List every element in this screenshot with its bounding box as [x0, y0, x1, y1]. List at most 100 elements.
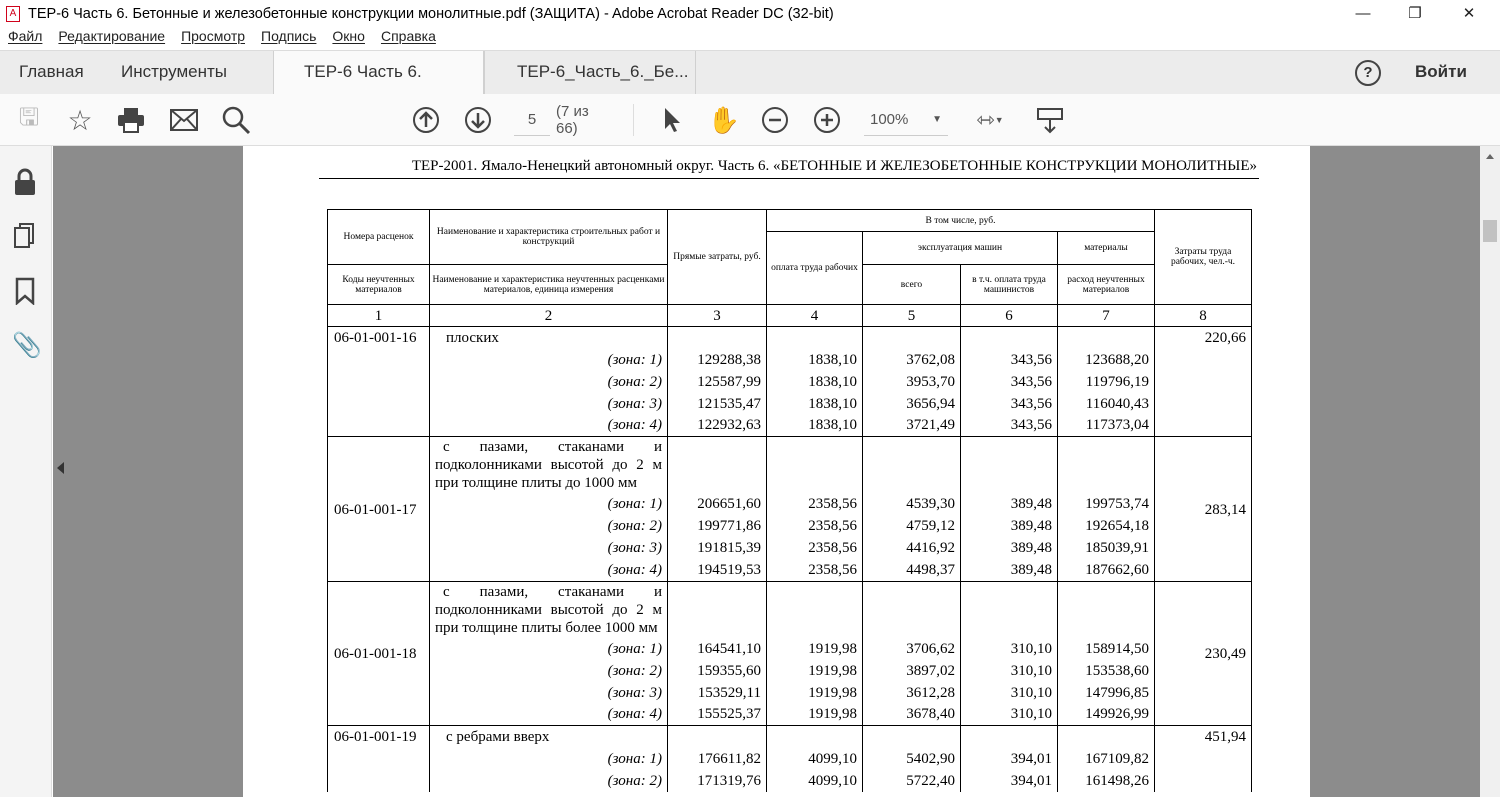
table-row: (зона: 1) 176611,82 4099,10 5402,90 394,01 16… — [328, 747, 1252, 770]
zone-label: (зона: 3) — [429, 537, 668, 559]
th-including: В том числе, руб. — [766, 209, 1155, 232]
select-cursor-icon[interactable] — [660, 104, 684, 136]
direct-cost: 121535,47 — [667, 392, 767, 415]
menu-window[interactable]: Окно — [332, 28, 365, 50]
materials: 167109,82 — [1057, 747, 1155, 770]
empty-cell — [766, 326, 863, 349]
table-row: (зона: 3) 153529,11 1919,98 3612,28 310,10 14… — [328, 681, 1252, 704]
scroll-up-icon[interactable] — [1486, 154, 1494, 159]
direct-cost: 171319,76 — [667, 769, 767, 792]
next-page-icon[interactable] — [463, 104, 493, 136]
machinist-wages: 343,56 — [960, 392, 1058, 415]
machines-total: 4498,37 — [862, 559, 961, 581]
save-icon[interactable]: 🖫 — [14, 104, 44, 136]
empty-cell — [766, 725, 863, 748]
empty-cell — [960, 436, 1058, 493]
materials: 119796,19 — [1057, 370, 1155, 393]
th-labor: Затраты труда рабочих, чел.-ч. — [1154, 209, 1252, 305]
print-icon[interactable] — [116, 104, 146, 136]
zoom-select[interactable]: 100% ▼ — [864, 104, 948, 136]
tab-tools[interactable]: Инструменты — [121, 51, 227, 95]
menu-help[interactable]: Справка — [381, 28, 436, 50]
zoom-in-icon[interactable] — [812, 104, 842, 136]
wages: 2358,56 — [766, 537, 863, 559]
machinist-wages: 389,48 — [960, 559, 1058, 581]
previous-page-icon[interactable] — [411, 104, 441, 136]
menu-edit[interactable]: Редактирование — [58, 28, 165, 50]
table-row: (зона: 2) 125587,99 1838,10 3953,70 343,56 11… — [328, 370, 1252, 393]
bookmark-icon[interactable] — [12, 277, 40, 306]
email-icon[interactable] — [168, 104, 200, 136]
machinist-wages: 310,10 — [960, 681, 1058, 704]
th-material-names: Наименование и характеристика неучтенных… — [429, 264, 668, 305]
document-viewer[interactable]: ТЕР-2001. Ямало-Ненецкий автономный окру… — [53, 146, 1480, 797]
th-code: Номера расценок — [327, 209, 430, 265]
tab-home[interactable]: Главная — [19, 51, 84, 95]
wages: 1838,10 — [766, 348, 863, 371]
direct-cost: 122932,63 — [667, 414, 767, 437]
wages: 1838,10 — [766, 392, 863, 415]
empty-cell — [1057, 725, 1155, 748]
menu-sign[interactable]: Подпись — [261, 28, 316, 50]
direct-cost: 194519,53 — [667, 559, 767, 581]
lock-icon[interactable] — [12, 168, 40, 196]
work-description: с пазами, стаканами и подколонниками выс… — [429, 436, 668, 493]
machinist-wages: 343,56 — [960, 414, 1058, 437]
zone-label: (зона: 2) — [429, 515, 668, 537]
close-button[interactable]: ✕ — [1446, 0, 1492, 28]
materials: 199753,74 — [1057, 493, 1155, 515]
table-row: (зона: 1) 206651,60 2358,56 4539,30 389,48 19… — [328, 493, 1252, 515]
rate-code: 06-01-001-17 — [327, 436, 430, 581]
empty-cell — [667, 580, 767, 638]
materials: 187662,60 — [1057, 559, 1155, 581]
page-fit-icon[interactable]: ⇿ ▼ — [968, 104, 1012, 136]
maximize-button[interactable]: ❐ — [1392, 0, 1438, 28]
menu-file[interactable]: Файл — [8, 28, 42, 50]
hand-tool-icon[interactable]: ✋ — [708, 104, 740, 136]
column-number: 8 — [1154, 304, 1252, 327]
attachment-icon[interactable]: 📎 — [12, 331, 42, 359]
machinist-wages: 343,56 — [960, 370, 1058, 393]
wages: 1919,98 — [766, 637, 863, 660]
zone-label: (зона: 1) — [429, 348, 668, 371]
machines-total: 4416,92 — [862, 537, 961, 559]
minimize-button[interactable]: — — [1340, 0, 1386, 28]
materials: 149926,99 — [1057, 703, 1155, 726]
machinist-wages: 310,10 — [960, 637, 1058, 660]
zoom-out-icon[interactable] — [760, 104, 790, 136]
tab-bar: Главная Инструменты ТЕР-6 Часть 6. Бет..… — [0, 50, 1500, 123]
empty-cell — [862, 580, 961, 638]
empty-cell — [667, 326, 767, 349]
empty-cell — [766, 580, 863, 638]
menu-bar: Файл Редактирование Просмотр Подпись Окн… — [0, 28, 1500, 50]
machinist-wages: 394,01 — [960, 747, 1058, 770]
machines-total: 5722,40 — [862, 769, 961, 792]
page-number-input[interactable]: 5 — [514, 104, 550, 136]
scrollbar-thumb[interactable] — [1483, 220, 1497, 242]
search-icon[interactable] — [220, 104, 252, 136]
pages-icon[interactable] — [12, 222, 40, 250]
machines-total: 5402,90 — [862, 747, 961, 770]
pdf-page: ТЕР-2001. Ямало-Ненецкий автономный окру… — [243, 146, 1310, 797]
th-machines: эксплуатация машин — [862, 231, 1058, 265]
wages: 2358,56 — [766, 559, 863, 581]
empty-cell — [667, 436, 767, 493]
zoom-value: 100% — [870, 111, 909, 128]
help-icon[interactable]: ? — [1355, 60, 1381, 86]
collapse-panel-icon[interactable] — [57, 462, 64, 474]
sign-in-button[interactable]: Войти — [1415, 51, 1467, 95]
table-row: (зона: 4) 122932,63 1838,10 3721,49 343,56 11… — [328, 414, 1252, 437]
direct-cost: 206651,60 — [667, 493, 767, 515]
tab-document-2[interactable]: ТЕР-6_Часть_6._Бе... — [484, 51, 696, 95]
materials: 117373,04 — [1057, 414, 1155, 437]
machines-total: 3897,02 — [862, 659, 961, 682]
work-description: плоских — [429, 326, 668, 349]
direct-cost: 159355,60 — [667, 659, 767, 682]
table-row: (зона: 3) 191815,39 2358,56 4416,92 389,48 18… — [328, 537, 1252, 559]
scroll-mode-icon[interactable] — [1034, 104, 1066, 136]
menu-view[interactable]: Просмотр — [181, 28, 245, 50]
vertical-scrollbar[interactable] — [1480, 146, 1500, 797]
empty-cell — [1057, 436, 1155, 493]
tab-document-1[interactable]: ТЕР-6 Часть 6. Бет...✕ — [273, 51, 484, 123]
bookmark-star-icon[interactable]: ☆ — [64, 104, 96, 136]
